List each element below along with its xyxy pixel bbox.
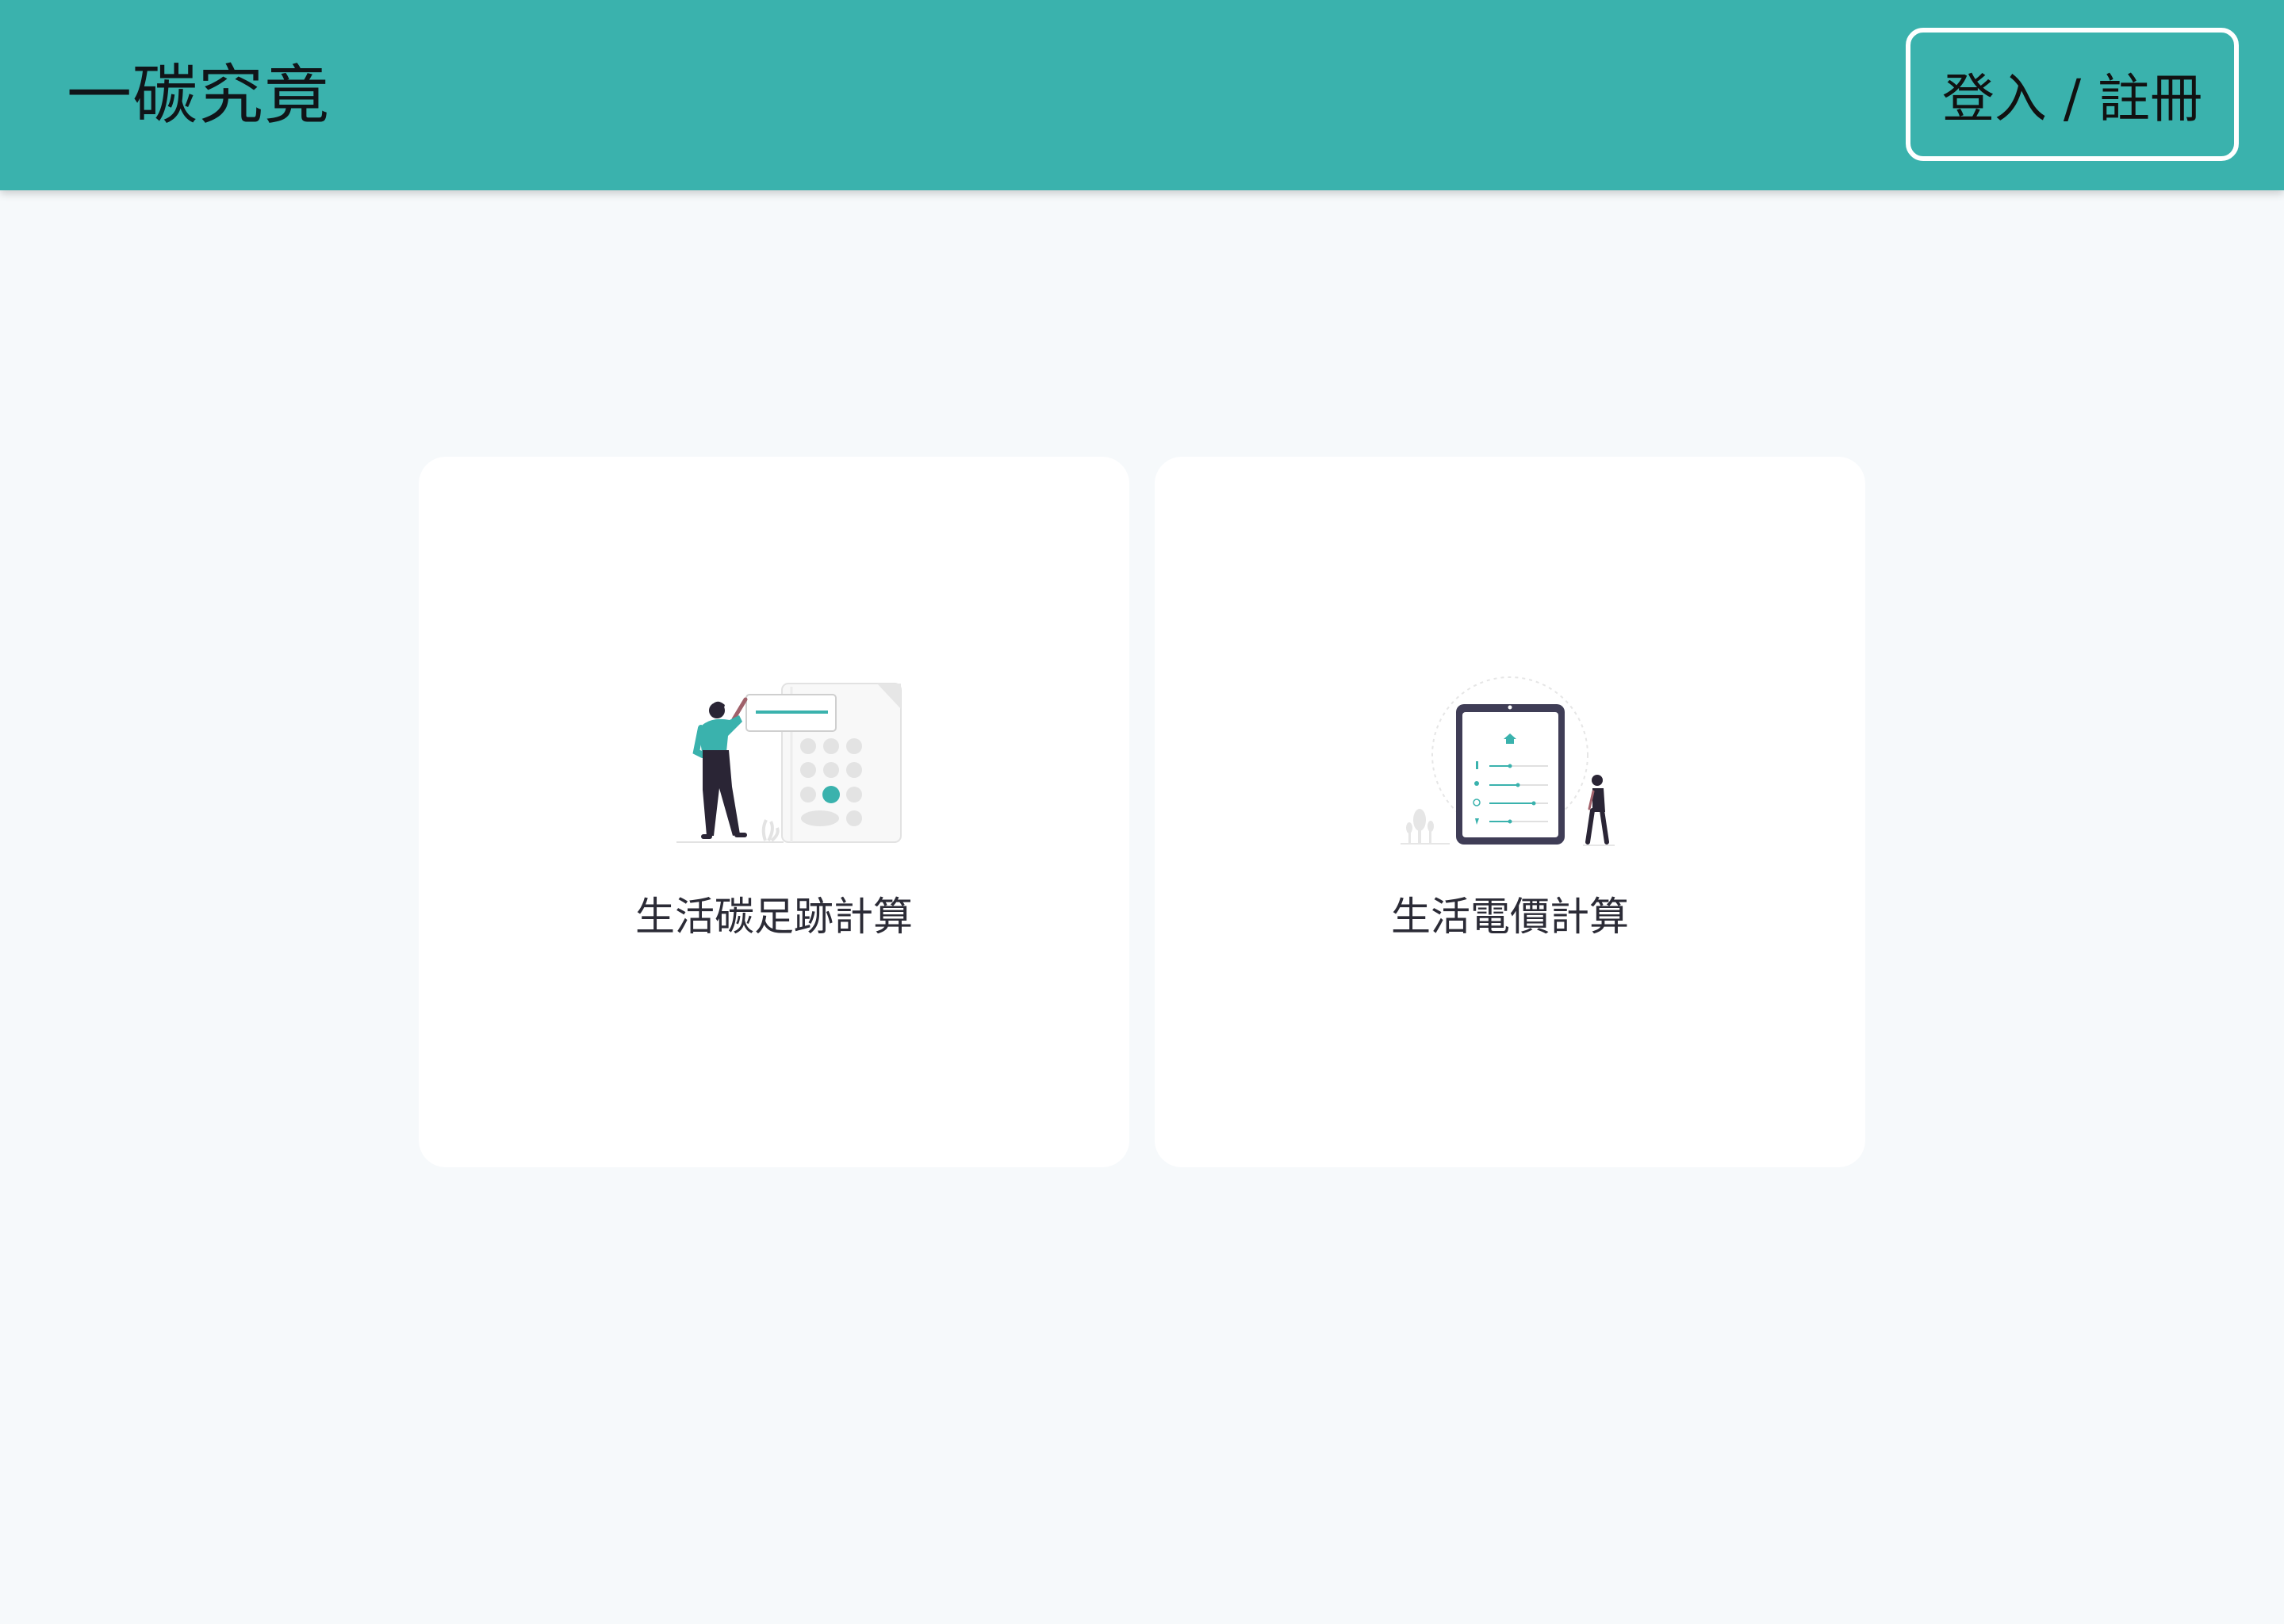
brand-title[interactable]: 一碳究竟 xyxy=(67,52,330,140)
electricity-price-label: 生活電價計算 xyxy=(1391,894,1629,940)
electricity-price-card[interactable]: 生活電價計算 xyxy=(1155,457,1865,1167)
login-register-button[interactable]: 登入 / 註冊 xyxy=(1906,28,2239,161)
tablet-settings-icon xyxy=(1401,676,1615,846)
calculator-person-icon xyxy=(676,683,902,843)
carbon-footprint-card[interactable]: 生活碳足跡計算 xyxy=(419,457,1129,1167)
carbon-footprint-label: 生活碳足跡計算 xyxy=(635,894,913,940)
top-navbar: 一碳究竟 登入 / 註冊 xyxy=(0,0,2284,190)
